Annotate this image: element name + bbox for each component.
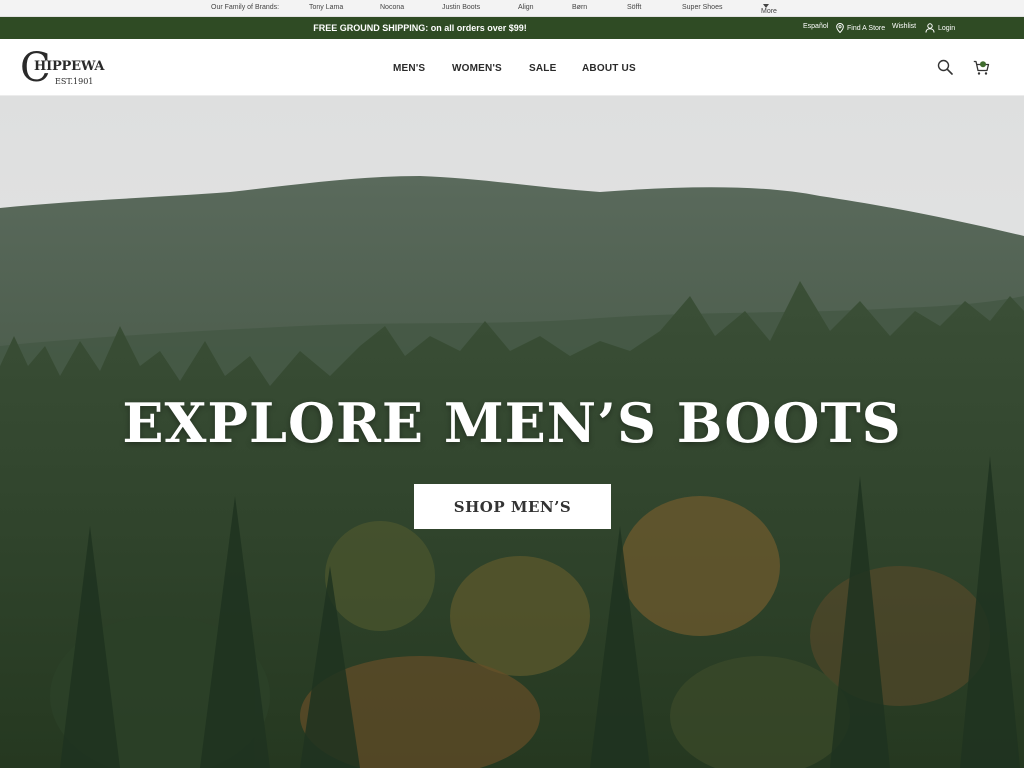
shop-mens-button[interactable]: SHOP MEN’S <box>414 484 611 529</box>
nav-about-us[interactable]: ABOUT US <box>582 63 636 74</box>
chippewa-logo[interactable]: C HIPPEWA EST.1901 <box>20 47 120 91</box>
brand-link-super-shoes[interactable]: Super Shoes <box>682 4 722 11</box>
logo-wordmark: HIPPEWA <box>34 59 105 74</box>
logo-established: EST.1901 <box>55 77 94 86</box>
promo-bar: FREE GROUND SHIPPING: on all orders over… <box>0 17 1024 39</box>
brands-more-dropdown[interactable]: More <box>761 4 777 15</box>
login-link[interactable]: Login <box>925 23 955 33</box>
nav-mens[interactable]: MEN'S <box>393 63 425 74</box>
nav-sale[interactable]: SALE <box>529 63 556 74</box>
brand-link-align[interactable]: Align <box>518 4 534 11</box>
brands-label: Our Family of Brands: <box>211 4 280 11</box>
find-store-label: Find A Store <box>847 24 886 32</box>
nav-womens[interactable]: WOMEN'S <box>452 63 502 74</box>
location-pin-icon <box>836 23 844 33</box>
find-store-link[interactable]: Find A Store <box>836 23 885 33</box>
brand-link-nocona[interactable]: Nocona <box>380 4 404 11</box>
login-label: Login <box>938 24 956 32</box>
cart-status-dot <box>980 61 986 68</box>
cart-icon[interactable] <box>973 60 990 76</box>
search-icon[interactable] <box>937 59 953 75</box>
language-label: Español <box>803 23 829 30</box>
site-header: C HIPPEWA EST.1901 MEN'S WOMEN'S SALE AB… <box>0 39 1024 96</box>
wishlist-link[interactable]: Wishlist <box>892 23 916 30</box>
brand-link-tony-lama[interactable]: Tony Lama <box>309 4 343 11</box>
brand-family-bar: Our Family of Brands: Tony Lama Nocona J… <box>0 0 1024 17</box>
brand-link-justin-boots[interactable]: Justin Boots <box>442 4 480 11</box>
hero-banner: EXPLORE MEN’S BOOTS SHOP MEN’S <box>0 96 1024 768</box>
wishlist-label: Wishlist <box>892 23 917 30</box>
hero-title: EXPLORE MEN’S BOOTS <box>122 391 902 455</box>
user-icon <box>925 23 935 33</box>
language-link[interactable]: Español <box>803 23 828 30</box>
promo-message: FREE GROUND SHIPPING: on all orders over… <box>313 23 527 33</box>
brand-link-sofft[interactable]: Söfft <box>627 4 641 11</box>
brand-link-born[interactable]: Børn <box>572 4 587 11</box>
brands-more-label: More <box>761 8 777 15</box>
